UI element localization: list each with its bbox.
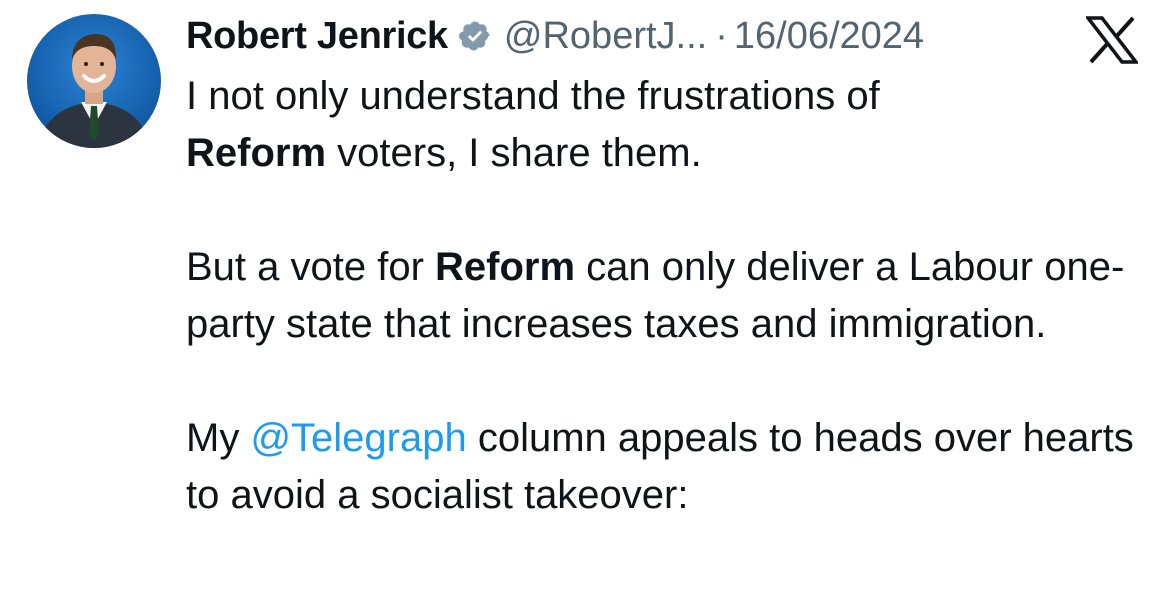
tweet-paragraph-2: But a vote for Reform can only deliver a… <box>186 239 1146 353</box>
author-avatar[interactable] <box>27 14 161 148</box>
mention-link[interactable]: @Telegraph <box>250 416 466 460</box>
x-logo-icon[interactable] <box>1084 16 1140 64</box>
paragraph-text: voters, I share them. <box>326 131 702 175</box>
tweet-paragraph-1: I not only understand the frustrations o… <box>186 68 1146 182</box>
author-name[interactable]: Robert Jenrick <box>186 15 448 58</box>
paragraph-text: My <box>186 416 251 460</box>
tweet-text: I not only understand the frustrations o… <box>186 68 1146 524</box>
tweet-header: Robert Jenrick @RobertJ... · 16/06/2024 <box>186 10 924 62</box>
separator-dot: · <box>715 14 728 57</box>
bold-text: Reform <box>186 131 327 175</box>
bold-text: Reform <box>435 245 576 289</box>
paragraph-text: But a vote for <box>186 245 436 289</box>
verified-badge-icon <box>458 19 492 53</box>
paragraph-text: I not only understand the frustrations o… <box>186 74 880 118</box>
tweet-date[interactable]: 16/06/2024 <box>734 15 924 58</box>
tweet-paragraph-3: My @Telegraph column appeals to heads ov… <box>186 410 1146 524</box>
author-handle[interactable]: @RobertJ... <box>504 15 707 58</box>
